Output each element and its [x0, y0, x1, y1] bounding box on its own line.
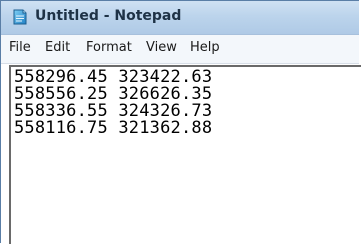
menu-format[interactable]: Format	[86, 40, 132, 55]
title-bar[interactable]: Untitled - Notepad	[1, 1, 359, 35]
menu-help[interactable]: Help	[190, 40, 220, 55]
menu-edit[interactable]: Edit	[45, 40, 70, 55]
notepad-icon[interactable]	[11, 8, 29, 26]
text-editor[interactable]: 558296.45 323422.63 558556.25 326626.35 …	[9, 65, 361, 244]
editor-lines: 558296.45 323422.63 558556.25 326626.35 …	[14, 69, 212, 137]
menu-file[interactable]: File	[9, 40, 31, 55]
notepad-window: Untitled - Notepad File Edit Format View…	[0, 0, 361, 244]
window-title: Untitled - Notepad	[35, 8, 182, 24]
menu-view[interactable]: View	[146, 40, 177, 55]
editor-line: 558116.75 321362.88	[14, 118, 213, 138]
menu-bar: File Edit Format View Help	[1, 35, 359, 64]
